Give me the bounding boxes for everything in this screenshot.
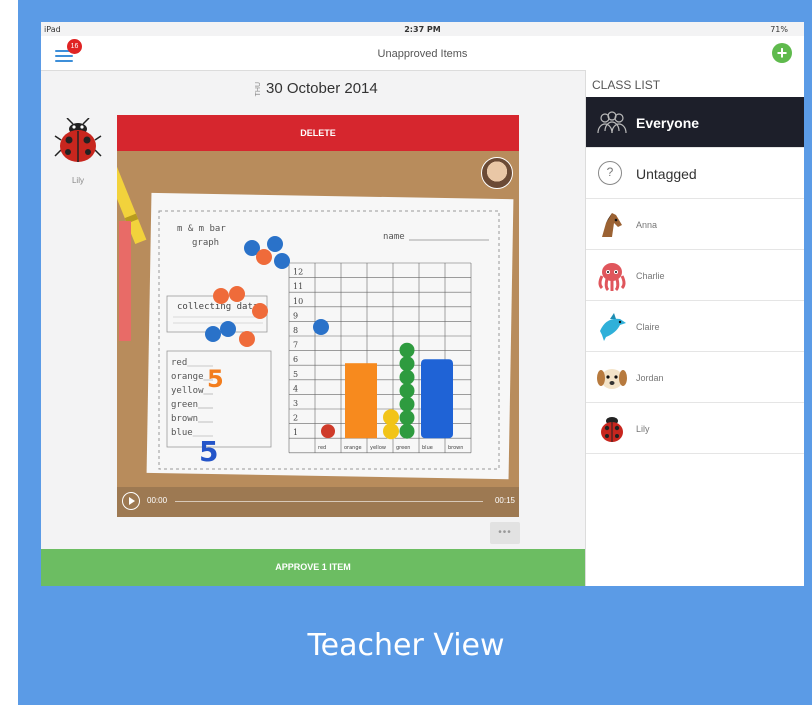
- horse-icon: [602, 213, 622, 237]
- page-title: Unapproved Items: [377, 48, 468, 60]
- red-candy: [321, 424, 335, 439]
- color-list-entry: blue: [171, 428, 193, 438]
- y-tick-label: 11: [293, 282, 303, 291]
- ipad-screen: iPad 2:37 PM 71% 16 Unapproved Items + T…: [41, 22, 804, 586]
- class-list-label: Anna: [636, 220, 658, 230]
- x-category-label: orange: [344, 445, 362, 451]
- y-tick-label: 4: [293, 384, 298, 393]
- name-label: name: [383, 232, 405, 242]
- color-list-entry: orange: [171, 372, 204, 382]
- yellow-candy: [383, 423, 399, 440]
- x-category-label: blue: [422, 445, 433, 451]
- plus-icon: +: [776, 43, 788, 63]
- approve-button[interactable]: APPROVE 1 ITEM: [41, 549, 585, 586]
- class-list-label: Jordan: [636, 373, 664, 383]
- y-tick-label: 6: [293, 355, 298, 364]
- duration: 00:15: [494, 496, 515, 505]
- more-options-button[interactable]: •••: [490, 522, 520, 544]
- y-tick-label: 5: [293, 370, 298, 379]
- play-icon: [129, 497, 135, 505]
- class-list-item-everyone[interactable]: Everyone: [586, 97, 804, 148]
- x-category-label: red: [318, 445, 326, 451]
- slide-caption: Teacher View: [307, 628, 505, 663]
- box-heading: collecting data: [177, 302, 258, 312]
- status-bar: iPad 2:37 PM 71%: [41, 22, 804, 36]
- x-category-label: brown: [448, 445, 463, 451]
- question-icon: ?: [598, 161, 622, 185]
- x-category-label: yellow: [370, 445, 386, 451]
- class-list-label: Claire: [636, 322, 660, 332]
- user-avatar: [481, 157, 513, 189]
- add-button[interactable]: +: [772, 43, 792, 63]
- class-list-item-charlie[interactable]: Charlie: [586, 250, 804, 301]
- battery-level: 71%: [770, 25, 788, 34]
- clock: 2:37 PM: [404, 25, 441, 34]
- class-list-item-jordan[interactable]: Jordan: [586, 352, 804, 403]
- crayon-red: [119, 221, 131, 341]
- class-list-item-anna[interactable]: Anna: [586, 199, 804, 250]
- color-list-entry: brown: [171, 414, 198, 424]
- worksheet-title-line1: m & m bar: [177, 224, 226, 234]
- blue-bar: [421, 359, 453, 439]
- y-tick-label: 12: [293, 268, 303, 277]
- y-tick-label: 10: [293, 297, 303, 306]
- class-list-panel: CLASS LIST Everyone ? Untagged Anna Char…: [585, 70, 804, 586]
- green-candy: [399, 383, 415, 399]
- class-list-label: Everyone: [636, 115, 700, 131]
- orange-count: 5: [207, 365, 224, 393]
- date-header: THU 30 October 2014: [255, 80, 378, 97]
- x-category-label: green: [396, 445, 410, 451]
- delete-button[interactable]: DELETE: [117, 115, 519, 151]
- nav-bar: 16 Unapproved Items +: [41, 36, 804, 71]
- yellow-candy: [383, 409, 399, 426]
- student-name: Lily: [71, 176, 84, 185]
- green-candy: [399, 342, 415, 358]
- y-tick-label: 9: [293, 311, 298, 320]
- class-list-item-claire[interactable]: Claire: [586, 301, 804, 352]
- weekday: THU: [255, 81, 262, 97]
- class-list-label: Charlie: [636, 271, 665, 281]
- color-list-entry: yellow: [171, 386, 204, 396]
- y-tick-label: 3: [293, 399, 298, 408]
- ladybug-icon: [601, 417, 623, 442]
- green-candy: [399, 356, 415, 372]
- blue-count: 5: [199, 435, 218, 468]
- class-list-item-lily[interactable]: Lily: [586, 403, 804, 454]
- y-tick-label: 2: [293, 414, 298, 423]
- class-list-heading: CLASS LIST: [592, 78, 661, 92]
- y-tick-label: 1: [293, 428, 298, 437]
- orange-bar: [345, 363, 377, 439]
- class-list-item-untagged[interactable]: ? Untagged: [586, 148, 804, 199]
- y-tick-label: 8: [293, 326, 298, 335]
- y-tick-label: 7: [293, 341, 298, 350]
- worksheet-photo: m & m bar graph name collecting data red…: [117, 156, 514, 480]
- date-text: 30 October 2014: [266, 80, 378, 97]
- green-candy: [399, 410, 415, 426]
- ladybug-icon: [54, 118, 102, 162]
- color-list-entry: red: [171, 358, 187, 368]
- progress-track[interactable]: [175, 501, 483, 502]
- green-candy: [399, 396, 415, 412]
- green-candy: [399, 369, 415, 385]
- worksheet-title-line2: graph: [192, 238, 219, 248]
- class-list-label: Untagged: [636, 166, 697, 182]
- dog-icon: [597, 369, 627, 389]
- group-icon: [597, 111, 627, 134]
- play-button[interactable]: [122, 492, 140, 510]
- octopus-icon: [598, 263, 626, 292]
- color-list-entry: green: [171, 400, 198, 410]
- class-list-label: Lily: [636, 424, 650, 434]
- current-time: 00:00: [147, 496, 168, 505]
- video-controls: 00:00 00:15: [117, 487, 519, 517]
- dolphin-icon: [600, 313, 626, 341]
- green-candy: [399, 423, 415, 439]
- submitted-photo[interactable]: m & m bar graph name collecting data red…: [117, 151, 519, 517]
